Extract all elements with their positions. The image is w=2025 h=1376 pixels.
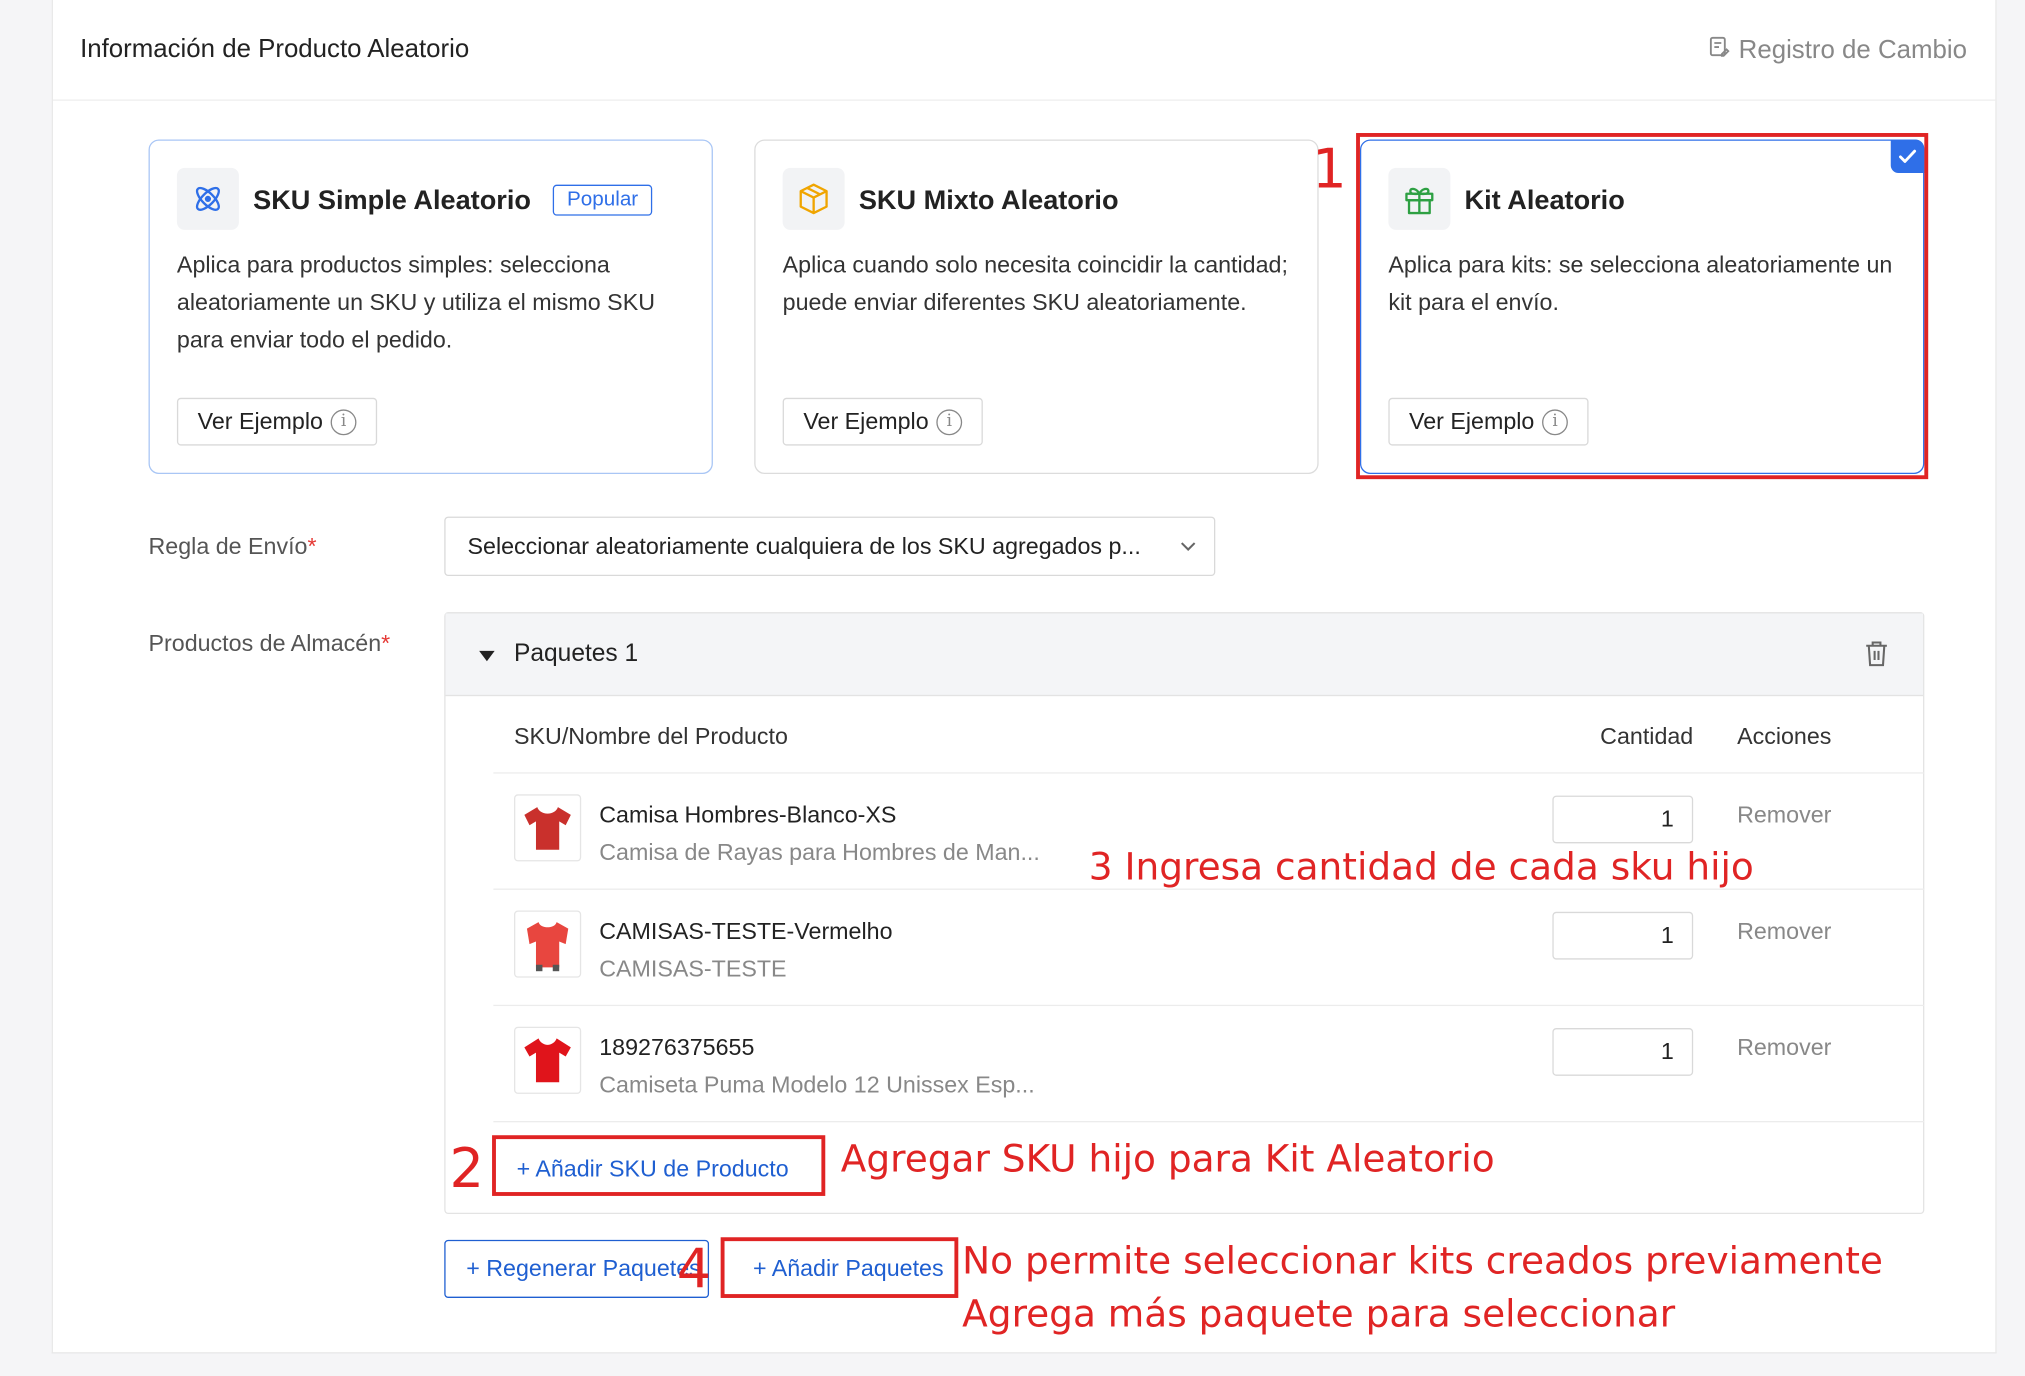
card-description: Aplica para productos simples: seleccion…: [176, 251, 655, 353]
annotation-number-1: 1: [1312, 136, 1347, 201]
info-icon: i: [330, 408, 357, 435]
trash-icon[interactable]: [1864, 639, 1890, 667]
quantity-input[interactable]: [1552, 911, 1694, 960]
column-header-actions: Acciones: [1737, 723, 1832, 750]
annotation-box-add-sku: [492, 1135, 826, 1196]
card-title: SKU Simple Aleatorio: [253, 185, 531, 216]
view-example-label: Ver Ejemplo: [803, 408, 929, 434]
product-name: Camisa Hombres-Blanco-XS: [599, 802, 897, 828]
annotation-box-kit: [1356, 133, 1929, 480]
page-title: Información de Producto Aleatorio: [80, 34, 470, 64]
product-thumbnail: [514, 910, 582, 978]
caret-down-icon[interactable]: [478, 650, 496, 663]
stage: Información de Producto Aleatorio Regist…: [0, 0, 2025, 1376]
package-title: Paquetes 1: [514, 640, 639, 668]
annotation-number-4: 4: [676, 1237, 712, 1301]
view-example-button[interactable]: Ver Ejemplo i: [176, 397, 378, 446]
product-thumbnail: [514, 1026, 582, 1094]
regenerate-packages-button[interactable]: + Regenerar Paquetes: [444, 1239, 710, 1298]
document-edit-icon: [1708, 35, 1731, 66]
shipping-rule-label: Regla de Envío*: [148, 533, 317, 560]
popular-badge: Popular: [552, 184, 653, 216]
changelog-label: Registro de Cambio: [1738, 35, 1967, 64]
remove-button[interactable]: Remover: [1737, 918, 1831, 945]
product-subtitle: Camisa de Rayas para Hombres de Man...: [599, 839, 1040, 866]
remove-button[interactable]: Remover: [1737, 1034, 1831, 1061]
view-example-label: Ver Ejemplo: [197, 408, 323, 434]
product-name: CAMISAS-TESTE-Vermelho: [599, 918, 893, 945]
view-example-button[interactable]: Ver Ejemplo i: [782, 397, 983, 446]
annotation-note-add-more: Agrega más paquete para seleccionar: [962, 1291, 1676, 1336]
remove-button[interactable]: Remover: [1737, 802, 1831, 829]
quantity-input[interactable]: [1552, 795, 1694, 844]
warehouse-products-label: Productos de Almacén*: [148, 630, 391, 657]
annotation-number-2: 2: [449, 1136, 484, 1200]
card-sku-mixed[interactable]: SKU Mixto Aleatorio Aplica cuando solo n…: [754, 139, 1319, 474]
page-edge: [2014, 0, 2025, 1376]
panel-header: Información de Producto Aleatorio Regist…: [52, 0, 1996, 101]
quantity-input[interactable]: [1552, 1028, 1694, 1076]
chevron-down-icon: [1180, 542, 1196, 551]
changelog-link[interactable]: Registro de Cambio: [1708, 35, 1967, 66]
product-subtitle: CAMISAS-TESTE: [599, 955, 787, 982]
product-name: 189276375655: [599, 1034, 755, 1061]
product-subtitle: Camiseta Puma Modelo 12 Unissex Esp...: [599, 1071, 1035, 1098]
info-icon: i: [936, 408, 963, 435]
package-box: Paquetes 1 SKU/Nombre del Producto Canti…: [444, 612, 1925, 1215]
atom-icon: [176, 167, 239, 230]
card-sku-simple[interactable]: SKU Simple Aleatorio Popular Aplica para…: [148, 139, 713, 474]
annotation-box-add-packages: [720, 1237, 959, 1298]
annotation-note-no-select: No permite seleccionar kits creados prev…: [962, 1238, 1883, 1283]
column-header-product: SKU/Nombre del Producto: [514, 723, 788, 750]
shipping-rule-select[interactable]: Seleccionar aleatoriamente cualquiera de…: [444, 516, 1216, 577]
table-row: CAMISAS-TESTE-Vermelho CAMISAS-TESTE Rem…: [493, 888, 1925, 1005]
product-thumbnail: [514, 794, 582, 862]
package-header[interactable]: Paquetes 1: [445, 613, 1924, 697]
card-title: SKU Mixto Aleatorio: [858, 185, 1119, 216]
annotation-note-quantity: 3 Ingresa cantidad de cada sku hijo: [1088, 844, 1754, 889]
box-icon: [782, 167, 845, 230]
card-description: Aplica cuando solo necesita coincidir la…: [782, 251, 1288, 316]
annotation-note-add-sku: Agregar SKU hijo para Kit Aleatorio: [840, 1136, 1495, 1181]
table-row: 189276375655 Camiseta Puma Modelo 12 Uni…: [493, 1004, 1925, 1121]
column-header-quantity: Cantidad: [1600, 723, 1694, 750]
